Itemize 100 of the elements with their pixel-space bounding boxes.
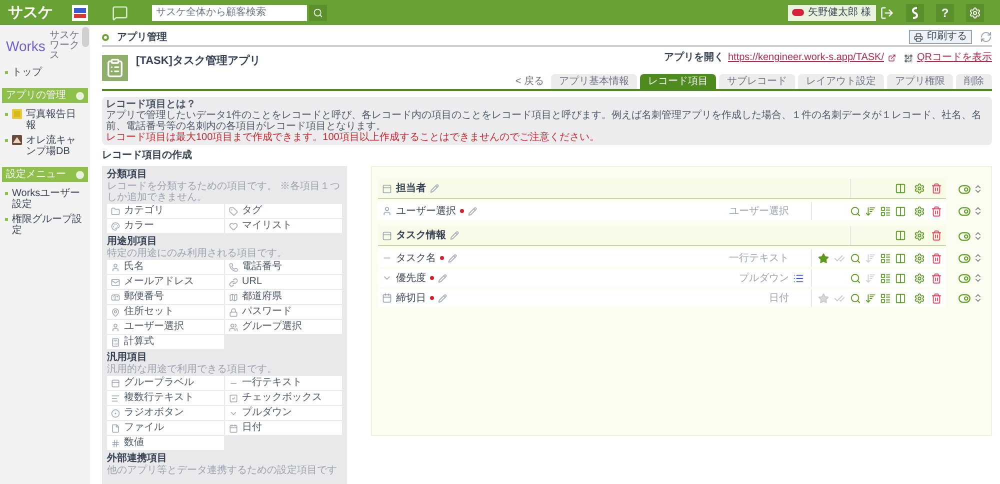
search-icon[interactable]	[850, 292, 861, 304]
columns-icon[interactable]	[895, 206, 906, 216]
list-view-icon[interactable]	[880, 292, 891, 304]
field-row[interactable]: ユーザー選択 ユーザー選択	[378, 202, 946, 220]
edit-icon[interactable]	[438, 294, 447, 302]
double-check-icon[interactable]	[834, 252, 845, 264]
sidebar-item[interactable]: オレ流キャンプ場DB	[26, 135, 85, 157]
palette-item[interactable]: 数値	[107, 436, 224, 450]
palette-item[interactable]: 都道府県	[225, 290, 342, 304]
list-view-icon[interactable]	[880, 272, 891, 284]
edit-icon[interactable]	[468, 206, 477, 216]
settings-icon[interactable]	[914, 230, 925, 241]
palette-item[interactable]: URL	[225, 275, 342, 289]
delete-icon[interactable]	[931, 252, 942, 264]
palette-item[interactable]: ユーザー選択	[107, 320, 224, 334]
tab[interactable]: レコード項目	[640, 74, 716, 89]
columns-icon[interactable]	[895, 292, 906, 304]
settings-icon[interactable]	[914, 206, 925, 216]
settings-icon[interactable]	[914, 183, 925, 194]
reorder-icon[interactable]	[973, 253, 983, 263]
delete-icon[interactable]	[931, 206, 942, 216]
app-button[interactable]	[906, 4, 924, 22]
tab[interactable]: サブレコード	[719, 74, 795, 89]
group-label-row[interactable]: 担当者	[378, 179, 946, 199]
palette-item[interactable]: 一行テキスト	[225, 376, 342, 390]
reorder-icon[interactable]	[973, 206, 983, 216]
sort-icon[interactable]	[865, 206, 876, 216]
palette-item[interactable]: 住所セット	[107, 305, 224, 319]
settings-button[interactable]	[966, 4, 984, 22]
tab[interactable]: レイアウト設定	[798, 74, 884, 89]
qr-code-icon[interactable]	[904, 54, 913, 62]
reorder-icon[interactable]	[973, 184, 983, 194]
edit-icon[interactable]	[438, 274, 447, 282]
columns-icon[interactable]	[895, 272, 906, 284]
qr-code-link[interactable]: QRコードを表示	[917, 53, 992, 63]
sort-icon[interactable]	[865, 292, 876, 304]
delete-icon[interactable]	[931, 230, 942, 241]
toggle-icon[interactable]	[958, 182, 971, 196]
palette-item[interactable]: マイリスト	[225, 219, 342, 233]
columns-icon[interactable]	[895, 183, 906, 194]
palette-item[interactable]: グループ選択	[225, 320, 342, 334]
field-row[interactable]: 締切日 日付	[378, 289, 946, 307]
toggle-icon[interactable]	[958, 252, 971, 264]
back-link[interactable]: < 戻る	[511, 75, 548, 89]
tab[interactable]: アプリ権限	[887, 74, 953, 89]
works-logo[interactable]: Works	[6, 39, 46, 53]
print-button[interactable]: 印刷する	[909, 30, 972, 44]
palette-item[interactable]: ファイル	[107, 421, 224, 435]
star-icon[interactable]	[818, 292, 829, 304]
delete-icon[interactable]	[931, 292, 942, 304]
list-view-icon[interactable]	[880, 206, 891, 216]
palette-item[interactable]: パスワード	[225, 305, 342, 319]
reorder-icon[interactable]	[973, 293, 983, 303]
toggle-icon[interactable]	[958, 230, 971, 242]
star-icon[interactable]	[818, 252, 829, 264]
delete-icon[interactable]	[931, 183, 942, 194]
columns-icon[interactable]	[895, 230, 906, 241]
collapse-handle[interactable]	[82, 27, 89, 47]
palette-item[interactable]: カテゴリ	[107, 204, 224, 218]
toggle-icon[interactable]	[958, 204, 971, 218]
sidebar-item[interactable]: 写真報告日報	[26, 109, 85, 131]
edit-icon[interactable]	[450, 231, 459, 240]
refresh-icon[interactable]	[980, 31, 992, 43]
toggle-icon[interactable]	[958, 292, 971, 304]
search-field[interactable]: サスケ全体から顧客検索	[152, 4, 307, 20]
tab[interactable]: アプリ基本情報	[551, 74, 637, 89]
palette-item[interactable]: ラジオボタン	[107, 406, 224, 420]
palette-item[interactable]: タグ	[225, 204, 342, 218]
sidebar-item[interactable]: Worksユーザー設定	[12, 188, 85, 210]
external-link-icon[interactable]	[888, 54, 896, 62]
search-icon[interactable]	[850, 252, 861, 264]
edit-icon[interactable]	[430, 184, 439, 193]
settings-icon[interactable]	[914, 272, 925, 284]
double-check-icon[interactable]	[834, 292, 845, 304]
tab[interactable]: 削除	[956, 74, 992, 89]
delete-icon[interactable]	[931, 272, 942, 284]
reorder-icon[interactable]	[973, 273, 983, 283]
edit-icon[interactable]	[448, 254, 457, 262]
palette-item[interactable]: 氏名	[107, 260, 224, 274]
options-list-icon[interactable]	[793, 272, 804, 284]
field-row[interactable]: タスク名 一行テキスト	[378, 249, 946, 267]
sidebar-item[interactable]: 権限グループ設定	[12, 214, 85, 236]
palette-item[interactable]: 郵便番号	[107, 290, 224, 304]
app-logo-icon[interactable]	[72, 4, 88, 20]
palette-item[interactable]: グループラベル	[107, 376, 224, 390]
reorder-icon[interactable]	[973, 231, 983, 241]
search-button[interactable]	[309, 4, 327, 20]
field-row[interactable]: 優先度 プルダウン	[378, 269, 946, 287]
toggle-icon[interactable]	[958, 272, 971, 284]
group-label-row[interactable]: タスク情報	[378, 226, 946, 246]
palette-item[interactable]: 日付	[225, 421, 342, 435]
logout-icon[interactable]	[880, 6, 894, 20]
top-link[interactable]: トップ	[12, 65, 42, 80]
palette-item[interactable]: チェックボックス	[225, 391, 342, 405]
palette-item[interactable]: プルダウン	[225, 406, 342, 420]
search-icon[interactable]	[850, 206, 861, 216]
chat-icon[interactable]	[112, 4, 128, 20]
palette-item[interactable]: 計算式	[107, 335, 224, 349]
settings-icon[interactable]	[914, 252, 925, 264]
help-button[interactable]: ?	[936, 4, 954, 22]
